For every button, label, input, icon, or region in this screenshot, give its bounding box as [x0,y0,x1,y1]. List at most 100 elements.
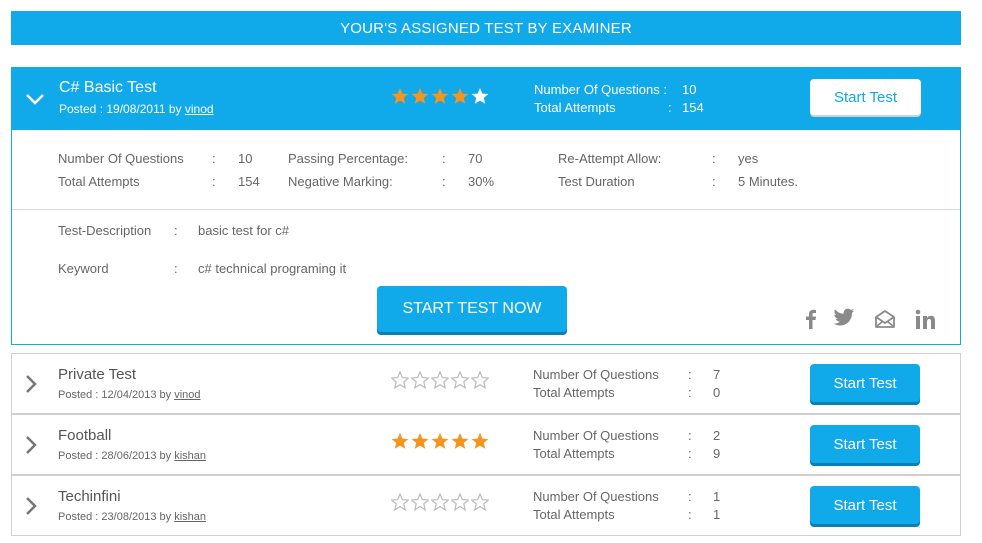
star-empty-icon [411,371,429,389]
colon: : [688,445,692,461]
star-filled-icon [471,433,489,449]
chevron-right-icon[interactable] [22,434,40,456]
colon: : [174,260,178,276]
test-posted-info: Posted : 28/06/2013 by kishan [58,450,206,462]
test-card-expanded: C# Basic Test Posted : 19/08/2011 by vin… [11,67,961,345]
author-link[interactable]: kishan [174,450,206,462]
negative-marking-label: Negative Marking: [288,173,393,189]
star-empty-icon [471,493,489,511]
keyword-label: Keyword [58,260,109,276]
star-empty-icon [451,371,469,389]
star-filled-icon [451,88,469,104]
star-filled-icon [411,433,429,449]
start-test-button[interactable]: Start Test [810,425,920,463]
star-empty-icon [471,371,489,389]
star-filled-icon [451,433,469,449]
test-card-header[interactable]: C# Basic Test Posted : 19/08/2011 by vin… [12,68,960,130]
detail-num-questions-label: Number Of Questions [58,150,184,166]
star-empty-icon [431,493,449,511]
star-filled-icon [431,433,449,449]
test-duration-value: 5 Minutes. [738,173,798,189]
facebook-icon[interactable] [800,308,822,330]
email-icon[interactable] [874,308,896,330]
colon: : [712,173,716,189]
start-test-button[interactable]: Start Test [810,364,920,402]
test-title: Football [58,427,112,444]
chevron-right-icon[interactable] [22,373,40,395]
colon: : [688,506,692,522]
passing-percentage-label: Passing Percentage: [288,150,408,166]
total-attempts-label: Total Attempts [533,445,615,461]
posted-date: Posted : 28/06/2013 by [58,450,172,462]
num-questions-value: 2 [713,427,721,443]
reattempt-value: yes [738,150,759,166]
detail-total-attempts-label: Total Attempts [58,173,140,189]
detail-total-attempts-value: 154 [238,173,260,189]
test-posted-info: Posted : 23/08/2013 by kishan [58,511,206,523]
num-questions-value: 7 [713,366,721,382]
star-empty-icon [451,493,469,511]
start-test-button[interactable]: Start Test [810,79,921,115]
star-empty-icon [471,88,489,104]
start-test-button[interactable]: Start Test [810,486,920,524]
colon: : [442,150,446,166]
chevron-down-icon[interactable] [24,88,46,110]
total-attempts-label: Total Attempts [533,384,615,400]
posted-date: Posted : 12/04/2013 by [58,389,172,401]
colon: : [442,173,446,189]
negative-marking-value: 30% [468,173,495,189]
test-posted-info: Posted : 12/04/2013 by vinod [58,389,201,401]
posted-date: Posted : 19/08/2011 by [59,102,182,116]
posted-date: Posted : 23/08/2013 by [58,511,172,523]
reattempt-label: Re-Attempt Allow: [558,150,662,166]
passing-percentage-value: 70 [468,150,483,166]
test-duration-label: Test Duration [558,173,635,189]
num-questions-value: 1 [713,488,721,504]
total-attempts-value: 154 [682,99,704,115]
colon: : [212,150,216,166]
test-title: Private Test [58,366,137,383]
divider [12,209,960,210]
colon: : [688,488,692,504]
star-empty-icon [411,493,429,511]
total-attempts-label: Total Attempts [533,506,615,522]
test-details: Number Of Questions : 10 Total Attempts … [12,130,960,210]
star-filled-icon [391,88,409,104]
test-card[interactable]: Private Test Posted : 12/04/2013 by vino… [11,353,961,414]
colon: : [688,366,692,382]
test-stats: Number Of Questions : 10 Total Attempts … [534,80,722,116]
twitter-icon[interactable] [833,306,855,328]
num-questions-value: 10 [682,81,697,97]
start-test-now-button[interactable]: START TEST NOW [377,286,567,332]
author-link[interactable]: kishan [174,511,206,523]
colon: : [212,173,216,189]
description-value: basic test for c# [198,222,290,238]
chevron-right-icon[interactable] [22,495,40,517]
num-questions-label: Number Of Questions [533,488,659,504]
rating-stars [391,432,489,450]
author-link[interactable]: vinod [174,389,200,401]
rating-stars [391,87,489,105]
test-stats: Number Of Questions : 2 Total Attempts :… [533,426,753,462]
star-empty-icon [391,493,409,511]
colon: : [712,150,716,166]
colon: : [174,222,178,238]
test-title: C# Basic Test [59,79,157,96]
total-attempts-value: 0 [713,384,721,400]
total-attempts-value: 1 [713,506,721,522]
colon: : [688,384,692,400]
colon: : [688,427,692,443]
test-card[interactable]: Techinfini Posted : 23/08/2013 by kishan… [11,475,961,536]
linkedin-icon[interactable] [914,308,936,330]
test-card[interactable]: Football Posted : 28/06/2013 by kishan N… [11,414,961,475]
author-link[interactable]: vinod [185,102,214,116]
num-questions-label: Number Of Questions [533,366,659,382]
total-attempts-label: Total Attempts [534,99,616,115]
test-stats: Number Of Questions : 7 Total Attempts :… [533,365,753,401]
banner-title: YOUR'S ASSIGNED TEST BY EXAMINER [340,19,632,37]
num-questions-label: Number Of Questions [533,427,659,443]
colon: : [668,99,672,115]
star-filled-icon [411,88,429,104]
star-empty-icon [431,371,449,389]
detail-num-questions-value: 10 [238,150,253,166]
